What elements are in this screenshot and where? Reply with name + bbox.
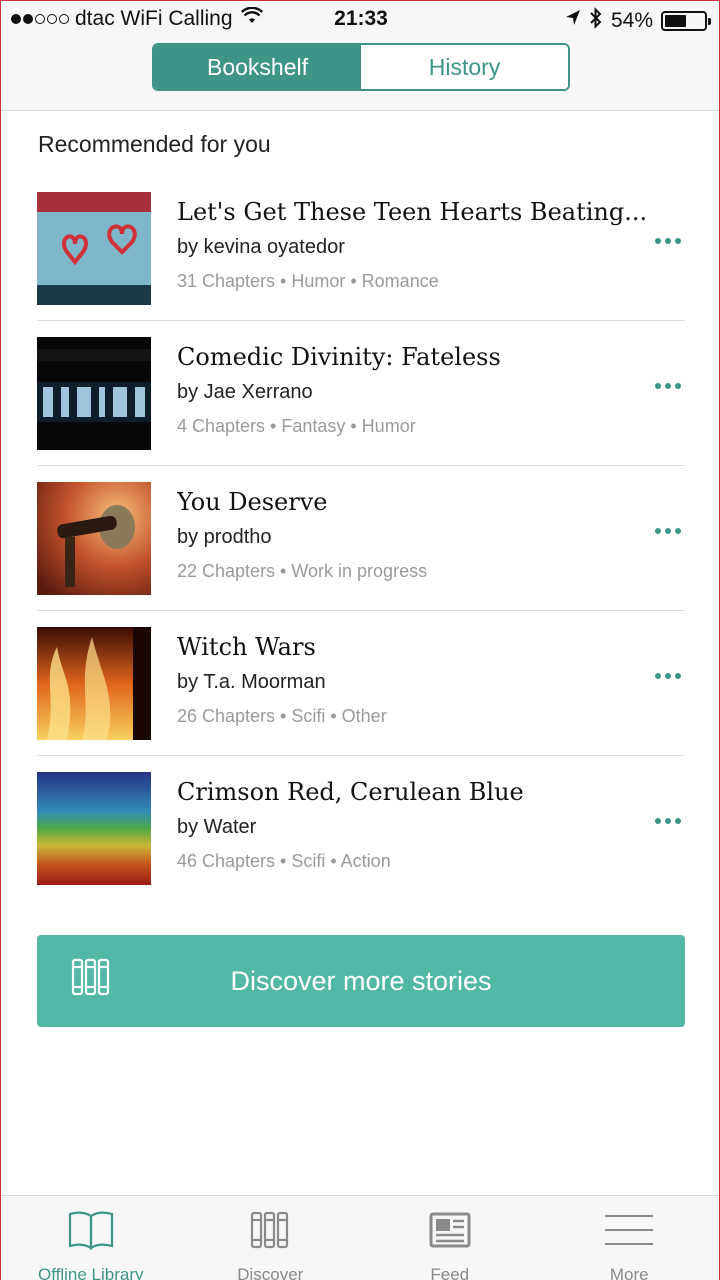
tab-label: Discover: [237, 1265, 304, 1280]
discover-more-button[interactable]: Discover more stories: [37, 935, 685, 1027]
story-item[interactable]: You Deserve by prodtho 22 Chapters • Wor…: [37, 466, 685, 611]
story-item[interactable]: Crimson Red, Cerulean Blue by Water 46 C…: [37, 756, 685, 901]
story-item[interactable]: Witch Wars by T.a. Moorman 26 Chapters •…: [37, 611, 685, 756]
more-options-icon[interactable]: [655, 238, 681, 244]
battery-icon: [661, 11, 711, 31]
story-info: Crimson Red, Cerulean Blue by Water 46 C…: [177, 778, 647, 872]
battery-level: [665, 15, 686, 27]
more-options-icon[interactable]: [655, 673, 681, 679]
story-author: by prodtho: [177, 526, 272, 548]
story-title: Comedic Divinity: Fateless: [177, 343, 501, 371]
story-cover: [37, 627, 151, 740]
story-list: Let's Get These Teen Hearts Beating... b…: [37, 176, 685, 901]
battery-percent: 54%: [610, 9, 653, 32]
signal-strength-icon: [11, 14, 69, 24]
story-author: by kevina oyatedor: [177, 236, 345, 258]
status-right: 54%: [565, 7, 711, 35]
story-meta: 26 Chapters • Scifi • Other: [177, 706, 387, 726]
story-info: Witch Wars by T.a. Moorman 26 Chapters •…: [177, 633, 647, 727]
tab-offline-library[interactable]: Offline Library: [1, 1196, 181, 1280]
discover-button-label: Discover more stories: [230, 965, 492, 996]
story-info: You Deserve by prodtho 22 Chapters • Wor…: [177, 488, 647, 582]
books-icon: [250, 1210, 290, 1255]
story-item[interactable]: Comedic Divinity: Fateless by Jae Xerran…: [37, 321, 685, 466]
story-author: by Water: [177, 816, 257, 838]
book-open-icon: [67, 1210, 115, 1255]
tab-feed[interactable]: Feed: [360, 1196, 540, 1280]
story-info: Let's Get These Teen Hearts Beating... b…: [177, 198, 647, 292]
tab-label: More: [609, 1265, 649, 1280]
location-arrow-icon: [565, 9, 581, 33]
tab-discover[interactable]: Discover: [181, 1196, 361, 1280]
story-cover: [37, 482, 151, 595]
story-meta: 4 Chapters • Fantasy • Humor: [177, 416, 416, 436]
tab-more[interactable]: More: [540, 1196, 720, 1280]
story-info: Comedic Divinity: Fateless by Jae Xerran…: [177, 343, 647, 437]
story-cover: [37, 192, 151, 305]
story-title: You Deserve: [177, 488, 328, 516]
story-title: Crimson Red, Cerulean Blue: [177, 778, 524, 806]
newspaper-icon: [427, 1210, 473, 1255]
status-left: dtac WiFi Calling: [11, 6, 263, 31]
story-title: Let's Get These Teen Hearts Beating...: [177, 198, 647, 226]
story-meta: 22 Chapters • Work in progress: [177, 561, 428, 581]
story-cover: [37, 772, 151, 885]
menu-icon: [604, 1210, 654, 1255]
story-title: Witch Wars: [177, 633, 316, 661]
story-author: by T.a. Moorman: [177, 671, 326, 693]
bluetooth-icon: [589, 7, 603, 35]
section-title: Recommended for you: [38, 131, 271, 157]
tab-bookshelf[interactable]: Bookshelf: [154, 45, 361, 89]
bottom-tab-bar: Offline Library Discover Feed More: [1, 1195, 719, 1280]
story-author: by Jae Xerrano: [177, 381, 313, 403]
story-item[interactable]: Let's Get These Teen Hearts Beating... b…: [37, 176, 685, 321]
carrier-name: dtac WiFi Calling: [75, 7, 233, 30]
more-options-icon[interactable]: [655, 383, 681, 389]
story-meta: 46 Chapters • Scifi • Action: [177, 851, 391, 871]
status-bar: dtac WiFi Calling 21:33 54%: [1, 1, 719, 37]
tab-history[interactable]: History: [361, 45, 568, 89]
tab-label: Feed: [430, 1265, 470, 1280]
segmented-control: Bookshelf History: [152, 43, 570, 91]
more-options-icon[interactable]: [655, 528, 681, 534]
wifi-icon: [240, 6, 263, 31]
story-meta: 31 Chapters • Humor • Romance: [177, 271, 439, 291]
books-icon: [71, 957, 111, 1004]
tab-label: Offline Library: [37, 1265, 144, 1280]
more-options-icon[interactable]: [655, 818, 681, 824]
story-cover: [37, 337, 151, 450]
header: Bookshelf History: [1, 37, 719, 111]
